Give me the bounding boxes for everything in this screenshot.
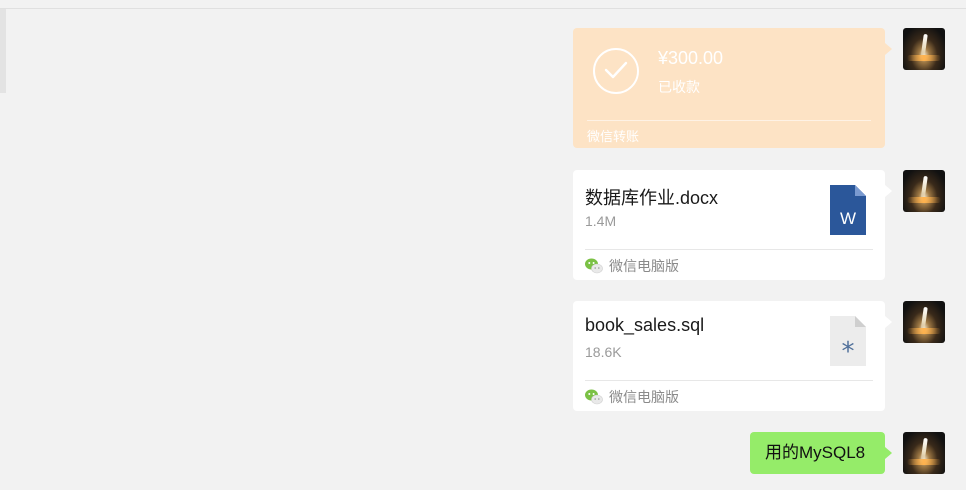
message-text: 用的MySQL8 — [765, 443, 866, 462]
avatar[interactable] — [903, 170, 945, 212]
file-size: 18.6K — [585, 344, 622, 360]
file-name: 数据库作业.docx — [585, 188, 719, 208]
sidebar-edge — [0, 9, 6, 93]
word-doc-icon: W — [830, 185, 866, 235]
avatar[interactable] — [903, 301, 945, 343]
bubble-pointer — [885, 316, 892, 328]
check-circle-icon — [593, 48, 639, 94]
wechat-icon — [585, 389, 603, 405]
bubble-pointer — [885, 43, 892, 55]
generic-file-icon: * — [830, 316, 866, 367]
divider — [587, 120, 871, 121]
chat-header-border — [0, 0, 966, 9]
svg-text:*: * — [842, 337, 855, 366]
transfer-amount: ¥300.00 — [658, 48, 724, 68]
file-message[interactable]: book_sales.sql 18.6K * 微信电脑版 — [573, 301, 892, 411]
wechat-icon — [585, 258, 603, 274]
bubble-pointer — [885, 447, 892, 459]
file-source: 微信电脑版 — [585, 256, 679, 276]
file-name: book_sales.sql — [585, 315, 705, 335]
avatar[interactable] — [903, 432, 945, 474]
avatar[interactable] — [903, 28, 945, 70]
text-message[interactable]: 用的MySQL8 — [750, 432, 892, 474]
file-source-label: 微信电脑版 — [609, 259, 679, 275]
svg-text:W: W — [840, 209, 856, 228]
file-source: 微信电脑版 — [585, 387, 679, 407]
divider — [585, 380, 873, 381]
file-source-label: 微信电脑版 — [609, 390, 679, 406]
transfer-label: 微信转账 — [587, 130, 640, 145]
transfer-status: 已收款 — [658, 80, 700, 96]
divider — [585, 249, 873, 250]
bubble-pointer — [885, 185, 892, 197]
file-message[interactable]: 数据库作业.docx 1.4M W 微信电脑版 — [573, 170, 892, 280]
transfer-card[interactable]: ¥300.00 已收款 微信转账 — [573, 28, 892, 148]
file-size: 1.4M — [585, 213, 617, 229]
